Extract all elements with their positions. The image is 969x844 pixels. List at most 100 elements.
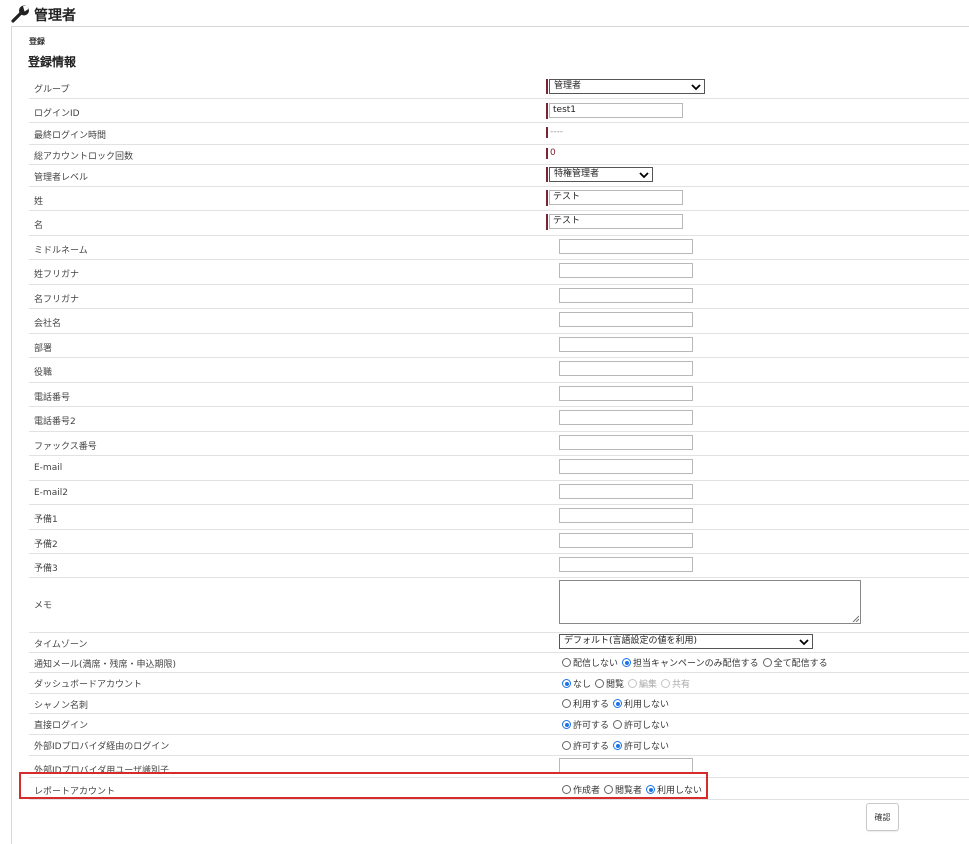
group-select-value: 管理者	[554, 81, 582, 91]
dashboard-option-none[interactable]: なし	[562, 677, 591, 690]
company-input[interactable]	[559, 312, 693, 327]
first-name-kana-input[interactable]	[559, 288, 693, 303]
middle-name-label: ミドルネーム	[34, 246, 88, 256]
page-header: 管理者	[0, 0, 969, 26]
fax-input[interactable]	[559, 435, 693, 450]
spare3-input[interactable]	[559, 557, 693, 572]
required-marker	[546, 214, 548, 230]
resize-grip-icon[interactable]	[852, 615, 859, 622]
notify-mail-label: 通知メール(満席・残席・申込期限)	[34, 660, 177, 670]
main-panel: 登録 登録情報 グループ 管理者 ログインID test1 最終ログイン時間 -…	[11, 26, 969, 844]
timezone-select-value: デフォルト(言語設定の値を利用)	[564, 636, 698, 646]
notify-mail-option-all[interactable]: 全て配信する	[762, 656, 828, 669]
row-middle-name: ミドルネーム	[29, 235, 969, 260]
last-name-kana-label: 姓フリガナ	[34, 270, 80, 280]
idp-login-radio-group: 許可する 許可しない	[562, 739, 673, 752]
sansan-radio-group: 利用する 利用しない	[562, 697, 673, 710]
idp-user-id-input[interactable]	[559, 758, 693, 773]
department-input[interactable]	[559, 337, 693, 352]
highlight-box	[19, 772, 708, 799]
fax-label: ファックス番号	[34, 442, 97, 452]
required-marker	[546, 79, 548, 94]
row-spare1: 予備1	[29, 504, 969, 530]
last-login-label: 最終ログイン時間	[34, 131, 107, 141]
row-memo: メモ	[29, 577, 969, 633]
row-notify-mail: 通知メール(満席・残席・申込期限) 配信しない 担当キャンペーンのみ配信する 全…	[29, 652, 969, 673]
sansan-option-not-use[interactable]: 利用しない	[613, 697, 669, 710]
lock-count-value: 0	[550, 148, 556, 158]
spare2-label: 予備2	[34, 540, 58, 550]
chevron-down-icon	[639, 172, 649, 179]
email-input[interactable]	[559, 459, 693, 474]
spare2-input[interactable]	[559, 533, 693, 548]
row-spare2: 予備2	[29, 529, 969, 554]
direct-login-option-allow[interactable]: 許可する	[562, 718, 609, 731]
sansan-label: シャノン名刺	[34, 701, 89, 711]
company-label: 会社名	[34, 319, 62, 329]
row-lock-count: 総アカウントロック回数 0	[29, 144, 969, 165]
required-marker	[546, 190, 548, 206]
row-spare3: 予備3	[29, 553, 969, 578]
group-select[interactable]: 管理者	[549, 79, 705, 94]
confirm-button[interactable]: 確認	[866, 803, 899, 831]
position-input[interactable]	[559, 361, 693, 376]
last-login-value: ----	[550, 127, 563, 137]
direct-login-radio-group: 許可する 許可しない	[562, 718, 673, 731]
row-position: 役職	[29, 357, 969, 383]
row-fax: ファックス番号	[29, 431, 969, 456]
first-name-kana-label: 名フリガナ	[34, 295, 80, 305]
first-name-input[interactable]: テスト	[549, 214, 683, 229]
direct-login-label: 直接ログイン	[34, 721, 89, 731]
required-marker	[546, 127, 548, 138]
row-direct-login: 直接ログイン 許可する 許可しない	[29, 713, 969, 735]
row-login-id: ログインID test1	[29, 98, 969, 123]
sansan-option-use[interactable]: 利用する	[562, 697, 609, 710]
phone2-input[interactable]	[559, 410, 693, 425]
last-name-input[interactable]: テスト	[549, 190, 683, 205]
row-last-login: 最終ログイン時間 ----	[29, 122, 969, 145]
required-marker	[546, 103, 548, 119]
last-name-label: 姓	[34, 197, 44, 207]
last-name-kana-input[interactable]	[559, 263, 693, 278]
row-phone: 電話番号	[29, 382, 969, 407]
direct-login-option-deny[interactable]: 許可しない	[613, 718, 669, 731]
spare1-input[interactable]	[559, 508, 693, 523]
row-idp-login: 外部IDプロバイダ経由のログイン 許可する 許可しない	[29, 734, 969, 756]
email2-input[interactable]	[559, 484, 693, 499]
idp-login-option-allow[interactable]: 許可する	[562, 739, 609, 752]
dashboard-option-share: 共有	[661, 677, 690, 690]
login-id-input[interactable]: test1	[549, 103, 683, 118]
row-first-name: 名 テスト	[29, 210, 969, 236]
row-dashboard: ダッシュボードアカウント なし 閲覧 編集 共有	[29, 672, 969, 694]
first-name-label: 名	[34, 221, 44, 231]
row-company: 会社名	[29, 308, 969, 334]
middle-name-input[interactable]	[559, 239, 693, 254]
dashboard-option-edit: 編集	[628, 677, 657, 690]
row-sansan: シャノン名刺 利用する 利用しない	[29, 693, 969, 714]
row-timezone: タイムゾーン デフォルト(言語設定の値を利用)	[29, 632, 969, 653]
notify-mail-option-none[interactable]: 配信しない	[562, 656, 618, 669]
group-label: グループ	[34, 85, 70, 95]
phone2-label: 電話番号2	[34, 417, 76, 427]
idp-login-option-deny[interactable]: 許可しない	[613, 739, 669, 752]
memo-textarea[interactable]	[559, 580, 861, 624]
idp-login-label: 外部IDプロバイダ経由のログイン	[34, 742, 170, 752]
row-first-name-kana: 名フリガナ	[29, 284, 969, 309]
row-email2: E-mail2	[29, 480, 969, 505]
phone-input[interactable]	[559, 386, 693, 401]
row-admin-level: 管理者レベル 特権管理者	[29, 164, 969, 187]
timezone-select[interactable]: デフォルト(言語設定の値を利用)	[559, 634, 813, 649]
dashboard-option-view[interactable]: 閲覧	[595, 677, 624, 690]
row-phone2: 電話番号2	[29, 406, 969, 432]
row-email: E-mail	[29, 455, 969, 481]
notify-mail-option-own[interactable]: 担当キャンペーンのみ配信する	[622, 656, 759, 669]
row-group: グループ 管理者	[29, 76, 969, 99]
notify-mail-radio-group: 配信しない 担当キャンペーンのみ配信する 全て配信する	[562, 656, 832, 669]
chevron-down-icon	[691, 84, 701, 91]
memo-label: メモ	[34, 601, 53, 611]
phone-label: 電話番号	[34, 393, 71, 403]
row-last-name: 姓 テスト	[29, 186, 969, 211]
spare1-label: 予備1	[34, 515, 58, 525]
admin-level-select[interactable]: 特権管理者	[549, 167, 653, 182]
admin-level-label: 管理者レベル	[34, 173, 89, 183]
